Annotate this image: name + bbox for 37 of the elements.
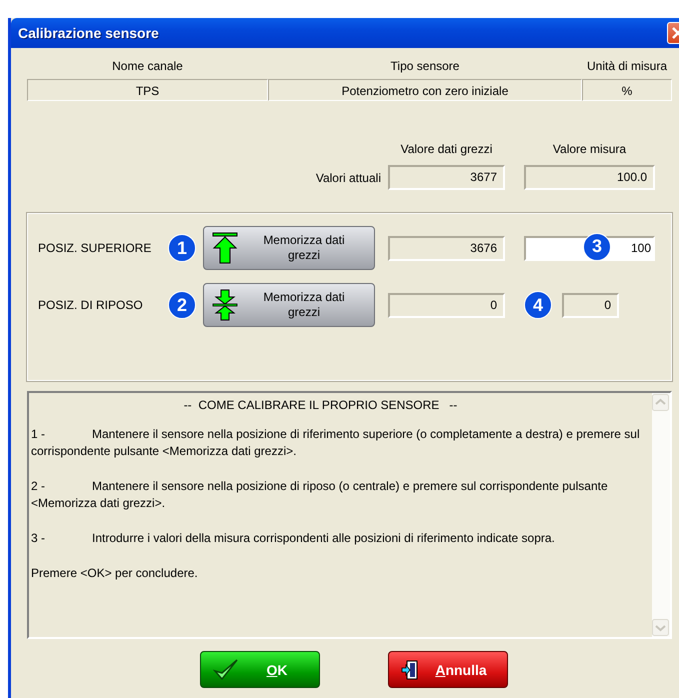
closing-text: Premere <OK> per concludere. <box>31 565 199 582</box>
measure-field: 0 <box>562 292 619 318</box>
step-text: 2 - Mantenere il sensore nella posizione di riposo (o centrale) e premere sul corrispondente pulsante <Memorizza dati grezzi>. <box>31 478 609 512</box>
position-label: POSIZ. SUPERIORE <box>38 241 152 255</box>
store-button[interactable]: Memorizza dati grezzi <box>203 283 375 327</box>
column-header: Unità di misura <box>586 58 668 75</box>
table-cell: Potenziometro con zero iniziale <box>268 79 582 101</box>
exit-door-icon <box>401 660 419 680</box>
row-label: Valori attuali <box>314 170 381 184</box>
column-header: Tipo sensore <box>390 58 460 75</box>
raw-value-field: 0 <box>388 292 505 318</box>
raw-value-field: 3676 <box>388 236 505 260</box>
scrollbar[interactable] <box>652 393 670 637</box>
step-badge: 2 <box>168 291 196 319</box>
column-header: Valore dati grezzi <box>400 142 494 156</box>
value-field: 3677 <box>388 165 505 190</box>
up-arrow-icon <box>212 232 238 264</box>
scroll-down-icon[interactable] <box>652 619 669 636</box>
step-badge: 4 <box>524 291 552 319</box>
checkmark-icon <box>213 658 239 682</box>
step-text: 3 - Introdurre i valori della misura corrispondenti alle posizioni di riferimento indicate sopra. <box>31 530 556 547</box>
measure-input[interactable]: 3 100 <box>524 236 655 260</box>
converging-arrows-icon <box>212 289 238 321</box>
scroll-up-icon[interactable] <box>652 394 669 411</box>
table-cell: TPS <box>27 79 268 101</box>
instructions-heading: -- COME CALIBRARE IL PROPRIO SENSORE -- <box>182 397 458 414</box>
position-label: POSIZ. DI RIPOSO <box>38 298 144 312</box>
store-button[interactable]: Memorizza dati grezzi <box>203 226 375 270</box>
step-badge: 1 <box>168 234 196 262</box>
window-title: Calibrazione sensore <box>18 25 159 41</box>
step-text: 1 - Mantenere il sensore nella posizione di riferimento superiore (o completamente a destra) e premere sul corrispondente pulsante <Memorizza dati grezzi>. <box>31 426 641 460</box>
cancel-button[interactable]: Annulla <box>388 651 508 688</box>
column-header: Valore misura <box>552 142 628 156</box>
step-badge: 3 <box>583 232 611 260</box>
value-field: 100.0 <box>524 165 655 190</box>
column-header: Nome canale <box>111 58 184 75</box>
table-cell: % <box>582 79 672 101</box>
